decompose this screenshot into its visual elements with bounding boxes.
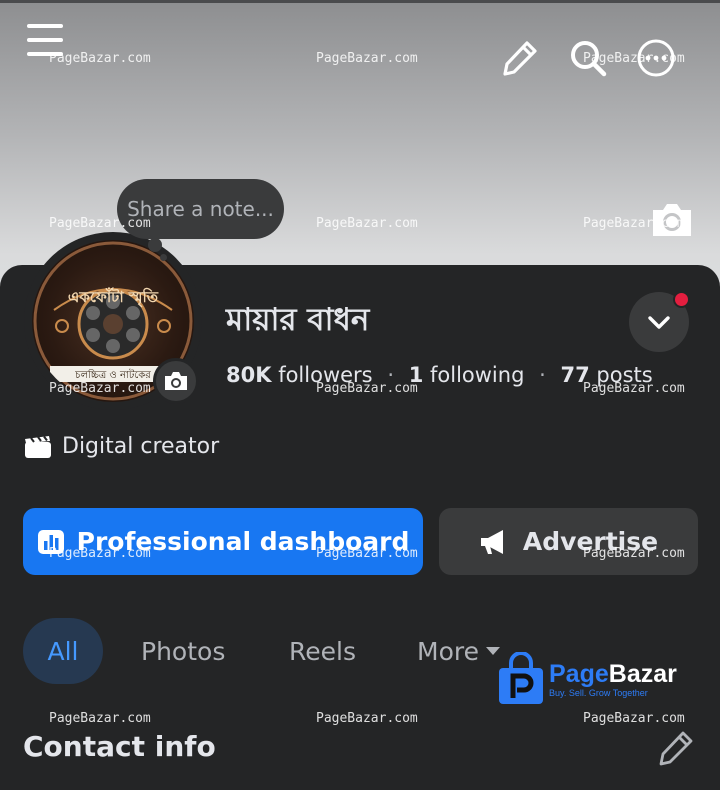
watermark-text: PageBazar.com: [49, 711, 151, 726]
status-divider: [0, 0, 720, 3]
edit-page-button[interactable]: [498, 36, 542, 80]
watermark-text: PageBazar.com: [49, 216, 151, 231]
watermark-text: PageBazar.com: [583, 546, 685, 561]
tab-more[interactable]: More: [417, 618, 501, 684]
notification-badge: [673, 291, 690, 308]
watermark-text: PageBazar.com: [316, 51, 418, 66]
watermark-text: PageBazar.com: [583, 216, 685, 231]
clapperboard-icon: [25, 435, 51, 458]
tab-photos-label: Photos: [141, 636, 226, 666]
edit-contact-button[interactable]: [658, 730, 698, 770]
advertise-button[interactable]: Advertise: [439, 508, 698, 575]
watermark-text: PageBazar.com: [316, 216, 418, 231]
megaphone-icon: [480, 529, 503, 554]
edit-avatar-button[interactable]: [153, 358, 199, 404]
logo-tagline: Buy. Sell. Grow Together: [549, 688, 648, 698]
watermark-text: PageBazar.com: [49, 51, 151, 66]
watermark-text: PageBazar.com: [316, 711, 418, 726]
tab-all-label: All: [47, 636, 79, 666]
watermark-text: PageBazar.com: [583, 711, 685, 726]
shopping-bag-icon: [499, 652, 543, 704]
stats-separator: ·: [539, 363, 546, 387]
following-label[interactable]: following: [430, 363, 524, 387]
watermark-text: PageBazar.com: [583, 381, 685, 396]
page-category: Digital creator: [24, 434, 219, 459]
tab-reels[interactable]: Reels: [289, 618, 356, 684]
tab-reels-label: Reels: [289, 636, 356, 666]
tab-all[interactable]: All: [23, 618, 103, 684]
watermark-text: PageBazar.com: [49, 546, 151, 561]
professional-dashboard-button[interactable]: Professional dashboard: [23, 508, 423, 575]
logo-name-part1: Page: [549, 660, 609, 688]
watermark-text: PageBazar.com: [49, 381, 151, 396]
watermark-text: PageBazar.com: [583, 51, 685, 66]
avatar-title-text: একফোঁটা স্মৃতি: [68, 287, 159, 308]
page-title: মায়ার বাধন: [226, 302, 370, 338]
pencil-icon: [503, 41, 537, 76]
watermark-text: PageBazar.com: [316, 381, 418, 396]
category-label: Digital creator: [62, 434, 220, 459]
pencil-icon: [659, 731, 693, 766]
tab-more-label: More: [417, 636, 479, 666]
avatar-subtitle-text: চলচ্চিত্র ও নাটকের: [74, 368, 151, 381]
tab-photos[interactable]: Photos: [141, 618, 225, 684]
contact-info-heading: Contact info: [23, 730, 216, 763]
note-bubble-tail: [148, 238, 162, 252]
followers-count[interactable]: 80K: [226, 363, 272, 387]
logo-name-part2: Bazar: [608, 660, 677, 688]
camera-icon: [165, 372, 187, 390]
watermark-text: PageBazar.com: [316, 546, 418, 561]
pagebazar-logo: PageBazar Buy. Sell. Grow Together: [497, 652, 677, 706]
note-bubble-tail-small: [160, 254, 167, 261]
chevron-down-icon: [648, 316, 670, 329]
